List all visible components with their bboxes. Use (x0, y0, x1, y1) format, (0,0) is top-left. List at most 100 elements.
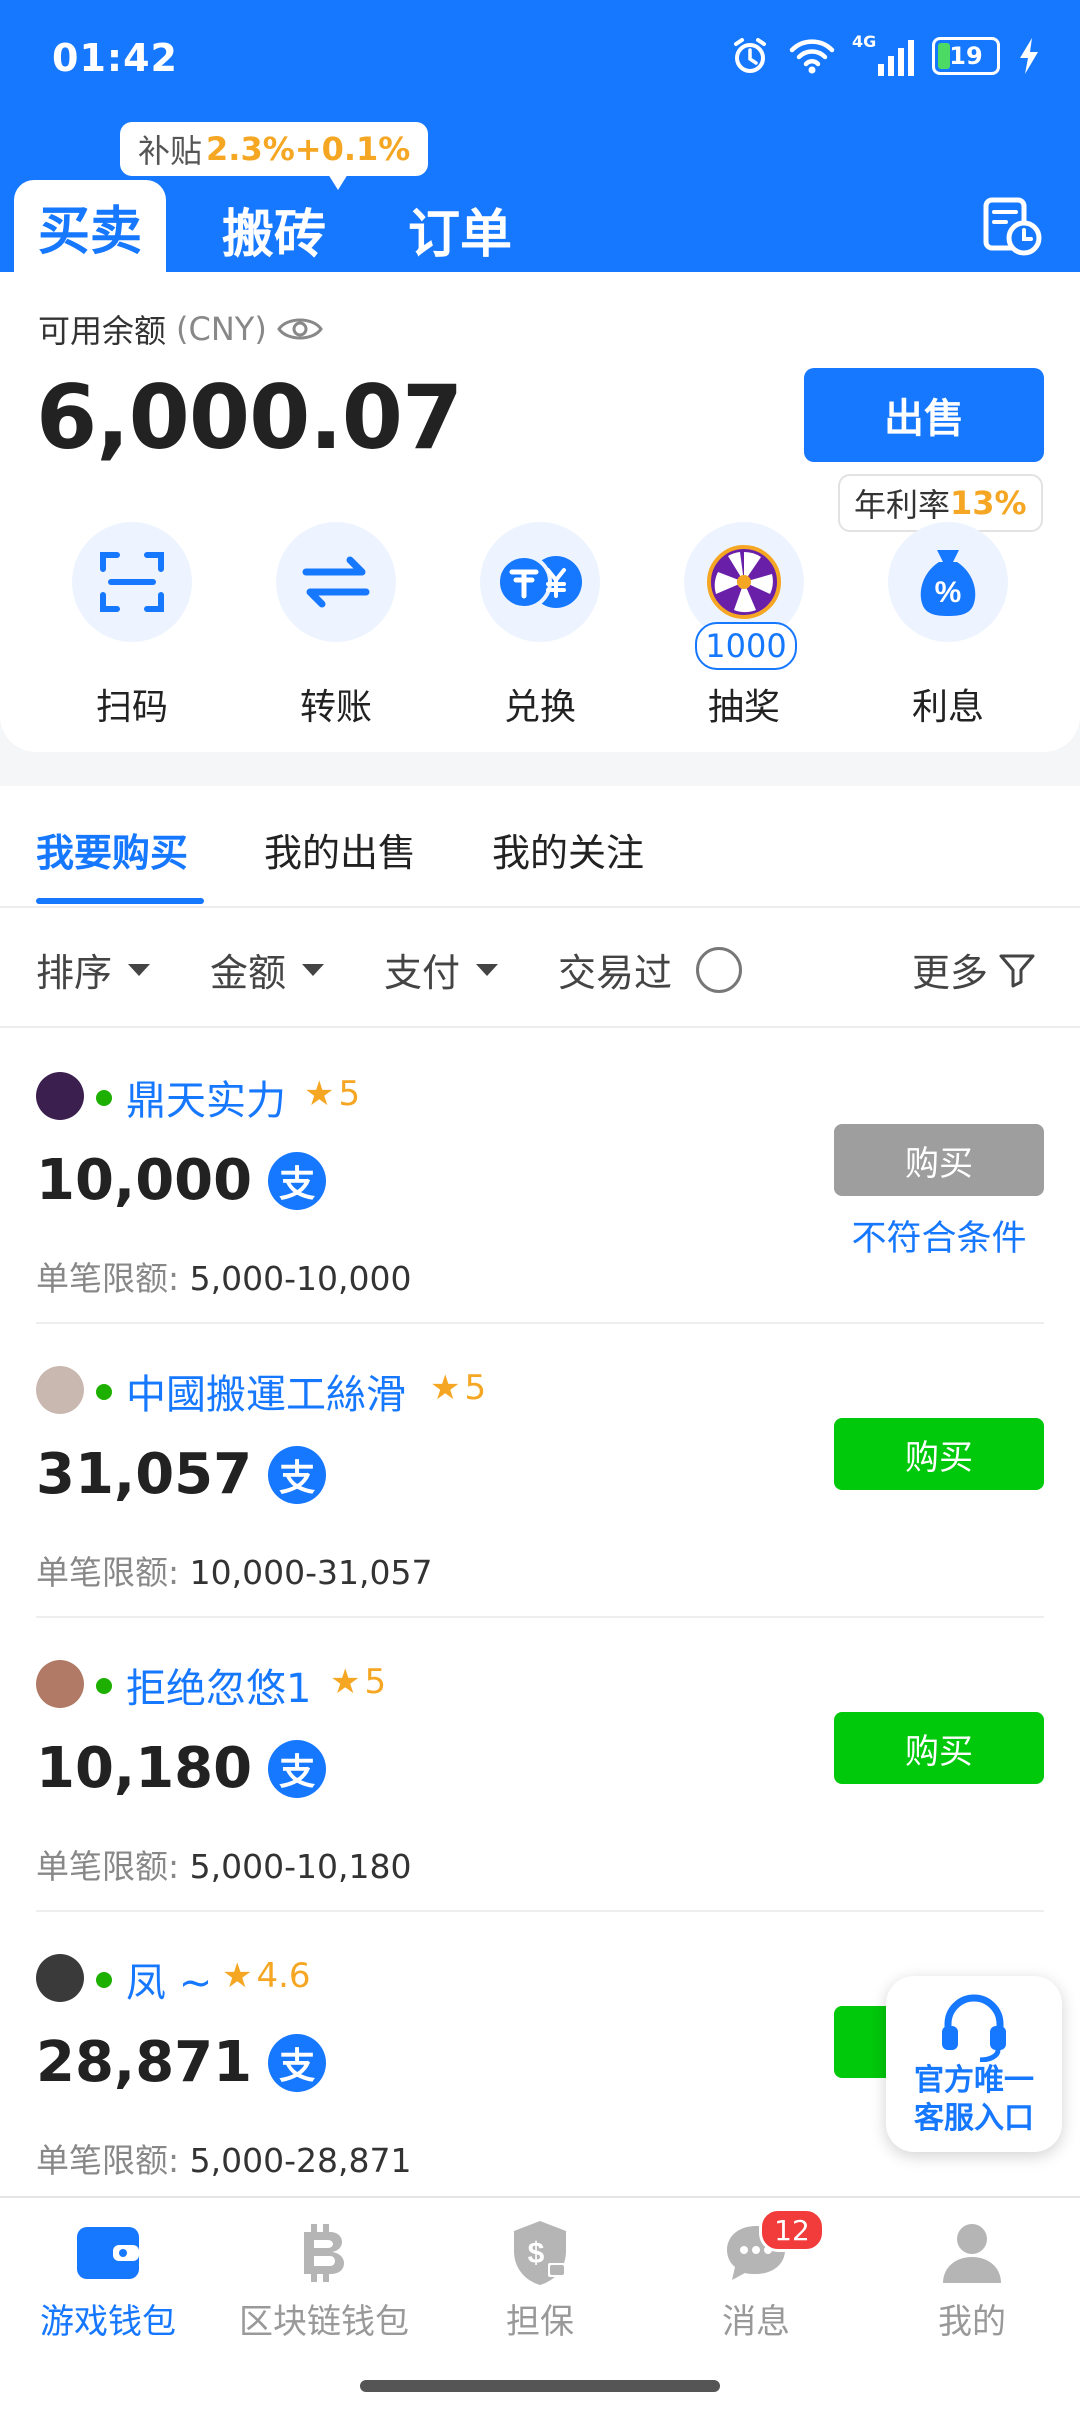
amount-value: 31,057 (36, 1442, 253, 1507)
balance-value: 6,000.07 (36, 366, 463, 469)
subsidy-prefix: 补贴 (138, 132, 203, 170)
more-filter[interactable]: 更多 (912, 942, 1036, 997)
support-line-2: 客服入口 (914, 2101, 1034, 2136)
balance-currency: (CNY) (176, 310, 267, 348)
nav-blockchain-wallet[interactable]: 区块链钱包 (224, 2218, 424, 2343)
seller-name[interactable]: 鼎天实力 (126, 1068, 286, 1126)
wallet-icon (73, 2218, 143, 2288)
top-tabs: 买卖 搬砖 订单 (0, 180, 1080, 272)
listing-row[interactable]: 拒绝忽悠1 ★ 5 10,180 支 单笔限额: 5,000-10,180 购买 (0, 1618, 1080, 1912)
listing-amount: 28,871 支 (36, 2030, 327, 2095)
scan-label: 扫码 (95, 687, 168, 728)
seller-rating: ★ 4.6 (222, 1956, 311, 1996)
lottery-wheel-icon (707, 545, 781, 619)
amount-value: 10,180 (36, 1736, 253, 1801)
tab-arbitrage[interactable]: 搬砖 (222, 192, 326, 267)
online-dot (96, 1384, 112, 1400)
nav-messages[interactable]: 12 消息 (656, 2208, 856, 2343)
amount-filter[interactable]: 金额 (210, 942, 325, 997)
traded-filter[interactable]: 交易过 (558, 942, 743, 997)
home-indicator[interactable] (360, 2380, 720, 2392)
seller-avatar (36, 1072, 84, 1120)
more-label: 更多 (912, 951, 989, 995)
listing-row[interactable]: 鼎天实力 ★ 5 10,000 支 单笔限额: 5,000-10,000 购买 不符… (0, 1030, 1080, 1324)
traded-label: 交易过 (558, 951, 673, 995)
tab-orders[interactable]: 订单 (408, 192, 512, 267)
caret-down-icon (302, 963, 325, 976)
sort-filter[interactable]: 排序 (36, 942, 151, 997)
limit-info: 单笔限额: 5,000-10,180 (36, 1840, 411, 1888)
limit-label: 单笔限额: (36, 1259, 180, 1298)
alipay-icon: 支 (268, 1739, 327, 1798)
listing-row[interactable]: 中國搬運工絲滑 ★ 5 31,057 支 单笔限额: 10,000-31,057 购… (0, 1324, 1080, 1618)
active-tab-indicator (36, 898, 204, 904)
listing-amount: 31,057 支 (36, 1442, 327, 1507)
scan-icon (100, 552, 164, 612)
nav-label: 消息 (722, 2302, 790, 2342)
nav-label: 担保 (506, 2302, 574, 2342)
wifi-icon (789, 39, 835, 74)
nav-label: 游戏钱包 (40, 2302, 176, 2342)
limit-info: 单笔限额: 10,000-31,057 (36, 1546, 432, 1594)
exchange-icon (496, 554, 582, 610)
seller-name[interactable]: 拒绝忽悠1 (126, 1656, 311, 1714)
buy-button-disabled[interactable]: 购买 (834, 1124, 1044, 1196)
star-icon: ★ (222, 1956, 253, 1996)
svg-text:$: $ (528, 2237, 545, 2270)
transfer-button[interactable] (276, 522, 396, 642)
customer-support-button[interactable]: 官方唯一 客服入口 (886, 1976, 1062, 2152)
rate-value: 13% (950, 484, 1027, 522)
limit-value: 5,000-10,180 (189, 1847, 412, 1886)
tab-buy-sell[interactable]: 买卖 (14, 180, 166, 272)
tab-my-sells[interactable]: 我的出售 (264, 822, 416, 877)
charging-icon (1020, 38, 1038, 74)
amount-value: 28,871 (36, 2030, 253, 2095)
alarm-icon (734, 38, 766, 73)
amount-value: 10,000 (36, 1148, 253, 1213)
message-count-badge: 12 (759, 2208, 825, 2252)
seller-name[interactable]: 凤 ~ (126, 1950, 212, 2008)
nav-escrow[interactable]: $ 担保 (440, 2218, 640, 2343)
limit-label: 单笔限额: (36, 1847, 180, 1886)
buy-button[interactable]: 购买 (834, 1418, 1044, 1490)
network-type: 4G (852, 32, 877, 51)
status-icons: 4G 19 (730, 32, 1040, 76)
rating-value: 4.6 (256, 1956, 311, 1996)
nav-profile[interactable]: 我的 (872, 2218, 1072, 2343)
limit-label: 单笔限额: (36, 2141, 180, 2180)
buy-button[interactable]: 购买 (834, 1712, 1044, 1784)
eye-icon[interactable] (277, 314, 323, 344)
interest-bag-icon: % (920, 550, 976, 616)
subsidy-tooltip: 补贴 2.3%+0.1% (120, 122, 429, 190)
limit-value: 5,000-28,871 (189, 2141, 412, 2180)
online-dot (96, 1678, 112, 1694)
limit-value: 5,000-10,000 (189, 1259, 412, 1298)
seller-avatar (36, 1660, 84, 1708)
sort-label: 排序 (36, 951, 113, 995)
sell-button[interactable]: 出售 (804, 368, 1044, 462)
online-dot (96, 1090, 112, 1106)
online-dot (96, 1972, 112, 1988)
chat-bubble-icon: 12 (721, 2208, 825, 2288)
divider (0, 906, 1080, 908)
status-time: 01:42 (52, 36, 178, 80)
headset-icon (942, 1994, 1006, 2062)
nav-label: 区块链钱包 (239, 2302, 409, 2342)
tab-my-follows[interactable]: 我的关注 (492, 822, 644, 877)
tab-want-buy[interactable]: 我要购买 (36, 822, 188, 877)
rating-value: 5 (338, 1074, 361, 1114)
rating-value: 5 (364, 1662, 387, 1702)
amount-label: 金额 (210, 951, 287, 995)
exchange-label: 兑换 (503, 687, 576, 728)
nav-game-wallet[interactable]: 游戏钱包 (8, 2218, 208, 2343)
order-history-icon[interactable] (982, 196, 1042, 256)
lottery-label: 抽奖 (707, 687, 780, 728)
scan-button[interactable] (72, 522, 192, 642)
svg-text:%: % (935, 576, 962, 609)
payment-filter[interactable]: 支付 (384, 942, 499, 997)
interest-button[interactable]: % (888, 522, 1008, 642)
seller-name[interactable]: 中國搬運工絲滑 (126, 1362, 406, 1420)
signal-icon: 4G (852, 32, 914, 76)
exchange-button[interactable] (480, 522, 600, 642)
traded-radio[interactable] (696, 946, 743, 993)
